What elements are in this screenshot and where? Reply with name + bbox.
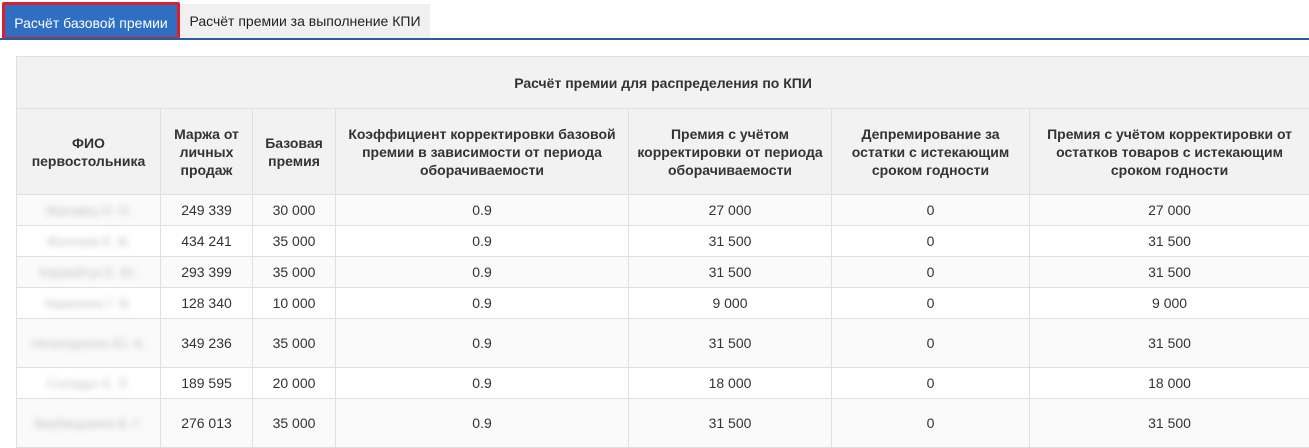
table-row: Жуковец Н. Н. 249 339 30 000 0.9 27 000 …: [16, 194, 1309, 226]
cell-turnover-bonus: 31 500: [628, 318, 832, 368]
cell-base-bonus: 35 000: [252, 398, 336, 448]
blurred-name: Вербицькина В. Г.: [34, 415, 143, 431]
cell-margin: 128 340: [160, 287, 253, 319]
cell-name: Жуковец Н. Н.: [16, 194, 161, 226]
cell-name: Кириейтук Е. Ю.: [16, 256, 161, 288]
cell-coefficient: 0.9: [335, 398, 629, 448]
cell-final-bonus: 18 000: [1028, 367, 1309, 399]
blurred-name: Жолгаев Е. В.: [46, 233, 131, 249]
cell-margin: 276 013: [160, 398, 253, 448]
cell-final-bonus: 27 000: [1028, 194, 1309, 226]
cell-margin: 293 399: [160, 256, 253, 288]
cell-turnover-bonus: 31 500: [628, 256, 832, 288]
table-row: Солодух Е. Л. 189 595 20 000 0.9 18 000 …: [16, 367, 1309, 399]
cell-final-bonus: 31 500: [1028, 398, 1309, 448]
bonus-table: Расчёт премии для распределения по КПИ Ф…: [15, 56, 1309, 448]
col-header-turnover-bonus: Премия с учётом корректировки от периода…: [628, 108, 832, 195]
cell-final-bonus: 9 000: [1028, 287, 1309, 319]
cell-base-bonus: 35 000: [252, 318, 336, 368]
cell-margin: 249 339: [160, 194, 253, 226]
cell-name: Кирепина Г. В.: [16, 287, 161, 319]
cell-margin: 434 241: [160, 225, 253, 257]
col-header-name: ФИО первостольника: [16, 108, 161, 195]
cell-turnover-bonus: 27 000: [628, 194, 832, 226]
table-row: Кириейтук Е. Ю. 293 399 35 000 0.9 31 50…: [16, 256, 1309, 288]
cell-deduction: 0: [831, 225, 1030, 257]
cell-deduction: 0: [831, 287, 1030, 319]
cell-coefficient: 0.9: [335, 318, 629, 368]
cell-base-bonus: 35 000: [252, 225, 336, 257]
cell-deduction: 0: [831, 398, 1030, 448]
cell-turnover-bonus: 31 500: [628, 225, 832, 257]
col-header-base-bonus: Базовая премия: [252, 108, 336, 195]
tab-underline: [0, 38, 1309, 40]
col-header-final-bonus: Премия с учётом корректировки от остатко…: [1028, 108, 1309, 195]
cell-base-bonus: 20 000: [252, 367, 336, 399]
cell-turnover-bonus: 31 500: [628, 398, 832, 448]
cell-deduction: 0: [831, 256, 1030, 288]
tab-bar: Расчёт базовой премии Расчёт премии за в…: [0, 0, 1309, 41]
cell-deduction: 0: [831, 194, 1030, 226]
cell-deduction: 0: [831, 367, 1030, 399]
table-title: Расчёт премии для распределения по КПИ: [15, 56, 1309, 109]
table-row: Нечипуренко Ю. А. 349 236 35 000 0.9 31 …: [16, 318, 1309, 368]
cell-name: Нечипуренко Ю. А.: [16, 318, 161, 368]
cell-base-bonus: 10 000: [252, 287, 336, 319]
cell-margin: 189 595: [160, 367, 253, 399]
cell-final-bonus: 31 500: [1028, 256, 1309, 288]
cell-coefficient: 0.9: [335, 194, 629, 226]
table-row: Жолгаев Е. В. 434 241 35 000 0.9 31 500 …: [16, 225, 1309, 257]
cell-margin: 349 236: [160, 318, 253, 368]
cell-final-bonus: 31 500: [1028, 318, 1309, 368]
tab-kpi-bonus[interactable]: Расчёт премии за выполнение КПИ: [180, 4, 430, 38]
cell-final-bonus: 31 500: [1028, 225, 1309, 257]
blurred-name: Солодух Е. Л.: [46, 375, 131, 391]
cell-turnover-bonus: 9 000: [628, 287, 832, 319]
tab-base-bonus[interactable]: Расчёт базовой премии: [2, 2, 180, 40]
table-row: Вербицькина В. Г. 276 013 35 000 0.9 31 …: [16, 398, 1309, 448]
cell-turnover-bonus: 18 000: [628, 367, 832, 399]
blurred-name: Жуковец Н. Н.: [45, 202, 132, 218]
cell-name: Солодух Е. Л.: [16, 367, 161, 399]
cell-coefficient: 0.9: [335, 367, 629, 399]
cell-deduction: 0: [831, 318, 1030, 368]
blurred-name: Нечипуренко Ю. А.: [31, 335, 146, 351]
table-row: Кирепина Г. В. 128 340 10 000 0.9 9 000 …: [16, 287, 1309, 319]
cell-name: Вербицькина В. Г.: [16, 398, 161, 448]
blurred-name: Кириейтук Е. Ю.: [39, 264, 138, 280]
cell-coefficient: 0.9: [335, 225, 629, 257]
col-header-margin: Маржа от личных продаж: [160, 108, 253, 195]
col-header-deduction: Депремирование за остатки с истекающим с…: [831, 108, 1030, 195]
col-header-coefficient: Коэффициент корректировки базовой премии…: [335, 108, 629, 195]
cell-name: Жолгаев Е. В.: [16, 225, 161, 257]
cell-base-bonus: 35 000: [252, 256, 336, 288]
blurred-name: Кирепина Г. В.: [45, 295, 132, 311]
cell-coefficient: 0.9: [335, 287, 629, 319]
cell-base-bonus: 30 000: [252, 194, 336, 226]
cell-coefficient: 0.9: [335, 256, 629, 288]
